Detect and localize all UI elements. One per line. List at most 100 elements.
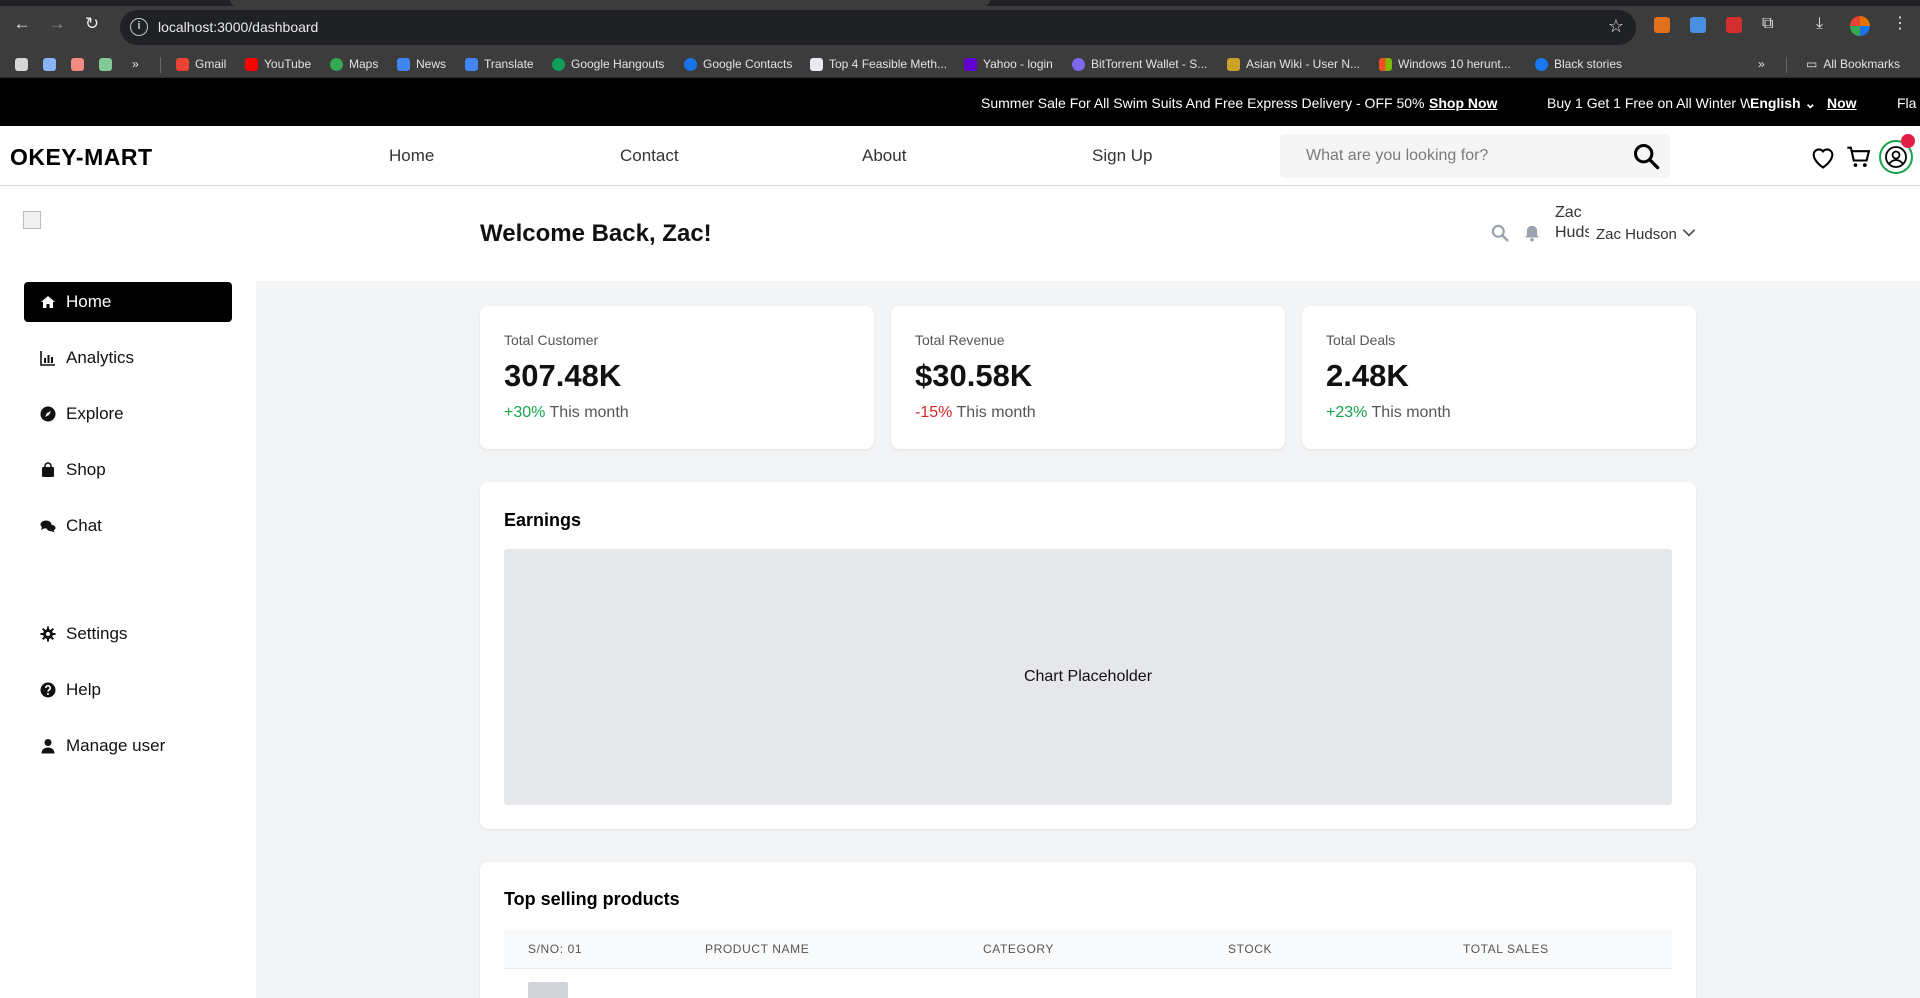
bookmark-app-icon[interactable]: [99, 58, 112, 71]
stat-change-percent: +23%: [1326, 404, 1368, 421]
bookmark-news[interactable]: News: [397, 56, 446, 72]
sidebar-item-help[interactable]: Help: [24, 670, 232, 710]
sidebar-item-explore[interactable]: Explore: [24, 394, 232, 434]
bookmark-contacts[interactable]: Google Contacts: [684, 56, 792, 72]
stat-change-percent: +30%: [504, 404, 546, 421]
page-icon: [810, 57, 823, 71]
windows-icon: [1379, 57, 1392, 71]
back-icon[interactable]: ←: [12, 14, 32, 34]
stat-period: This month: [1371, 404, 1451, 421]
menu-kebab-icon[interactable]: ⋮: [1892, 15, 1908, 33]
sidebar-item-manage-user[interactable]: Manage user: [24, 726, 232, 766]
bookmark-divider: [160, 57, 161, 73]
stat-change: +30% This month: [504, 404, 629, 422]
sidebar-item-shop[interactable]: Shop: [24, 450, 232, 490]
notification-dot: [1901, 134, 1915, 148]
profile-avatar[interactable]: [1850, 16, 1870, 36]
earnings-title: Earnings: [504, 510, 582, 530]
stat-value: $30.58K: [915, 358, 1033, 393]
account-button[interactable]: [1879, 134, 1915, 174]
home-icon: [41, 296, 55, 308]
download-icon[interactable]: ⤓: [1816, 15, 1823, 33]
welcome-heading: Welcome Back, Zac!: [480, 220, 712, 247]
site-header: OKEY-MART Home Contact About Sign Up: [0, 126, 1920, 186]
wishlist-heart-icon[interactable]: [1809, 143, 1837, 171]
extension-fox-icon[interactable]: [1654, 17, 1670, 33]
extension-calendar-icon[interactable]: [1726, 17, 1742, 33]
shop-now-link[interactable]: Shop Now: [1429, 95, 1497, 111]
gear-icon: [40, 626, 56, 642]
bookmark-star-icon[interactable]: ☆: [1608, 16, 1624, 37]
stat-card-total-revenue: Total Revenue $30.58K -15% This month: [891, 306, 1285, 449]
avatar[interactable]: Zac Hudson: [1555, 203, 1589, 261]
compass-icon: [40, 406, 56, 422]
bookmark-hangouts[interactable]: Google Hangouts: [552, 56, 664, 72]
forward-icon[interactable]: →: [47, 14, 67, 34]
chat-icon: [40, 520, 56, 533]
search-input[interactable]: [1280, 134, 1620, 178]
bookmark-bittorrent[interactable]: BitTorrent Wallet - S...: [1072, 56, 1207, 72]
bookmark-windows[interactable]: Windows 10 herunt...: [1379, 56, 1511, 72]
bar-chart-icon: [40, 351, 55, 366]
stat-label: Total Deals: [1326, 332, 1396, 348]
promo-message: Summer Sale For All Swim Suits And Free …: [981, 95, 1425, 111]
cart-icon[interactable]: [1845, 143, 1873, 171]
bookmark-divider: [1786, 57, 1787, 73]
bookmark-asianwiki[interactable]: Asian Wiki - User N...: [1227, 56, 1360, 72]
help-icon: [40, 682, 56, 698]
dashboard-main: Welcome Back, Zac! Zac Hudson Zac Hudson…: [256, 187, 1920, 998]
site-info-icon[interactable]: i: [130, 18, 148, 36]
stat-value: 307.48K: [504, 358, 622, 393]
sidebar-item-home[interactable]: Home: [24, 282, 232, 322]
bookmark-maps[interactable]: Maps: [330, 56, 378, 72]
nav-signup[interactable]: Sign Up: [1092, 146, 1152, 166]
sidebar-item-settings[interactable]: Settings: [24, 614, 232, 654]
bookmark-app-icon[interactable]: [15, 58, 28, 71]
site-logo[interactable]: OKEY-MART: [10, 144, 153, 171]
hangouts-icon: [552, 57, 565, 71]
sidebar-item-analytics[interactable]: Analytics: [24, 338, 232, 378]
user-name[interactable]: Zac Hudson: [1596, 226, 1677, 243]
bookmark-overflow-right[interactable]: »: [1758, 56, 1765, 72]
chevron-down-icon[interactable]: [1680, 223, 1698, 241]
extension-doc-icon[interactable]: [1690, 17, 1706, 33]
bookmark-app-icon[interactable]: [71, 58, 84, 71]
extensions-puzzle-icon[interactable]: ⧉: [1762, 15, 1773, 33]
bookmark-youtube[interactable]: YouTube: [245, 56, 311, 72]
language-select[interactable]: English ⌄: [1750, 95, 1821, 112]
url-text[interactable]: localhost:3000/dashboard: [158, 19, 318, 35]
stat-change-percent: -15%: [915, 404, 953, 421]
promo-banner: Summer Sale For All Swim Suits And Free …: [0, 78, 1920, 126]
column-header-sno: S/NO: 01: [528, 942, 583, 956]
address-bar[interactable]: i localhost:3000/dashboard ☆: [120, 10, 1636, 45]
bookmark-blackstories[interactable]: Black stories: [1535, 56, 1622, 72]
sidebar-item-label: Explore: [66, 404, 124, 423]
facebook-icon: [1535, 57, 1548, 71]
nav-contact[interactable]: Contact: [620, 146, 679, 166]
search-icon[interactable]: [1632, 142, 1660, 170]
shop-now-link-2[interactable]: Now: [1827, 95, 1857, 111]
stat-period: This month: [956, 404, 1036, 421]
column-header-product-name: PRODUCT NAME: [705, 942, 810, 956]
stat-card-total-deals: Total Deals 2.48K +23% This month: [1302, 306, 1696, 449]
bell-icon[interactable]: [1523, 224, 1541, 242]
sidebar-item-chat[interactable]: Chat: [24, 506, 232, 546]
sidebar-item-label: Home: [66, 292, 112, 311]
shopping-bag-icon: [42, 462, 54, 477]
bookmark-app-icon[interactable]: [43, 58, 56, 71]
column-header-category: CATEGORY: [983, 942, 1055, 956]
search-icon[interactable]: [1491, 224, 1509, 242]
bookmark-translate[interactable]: Translate: [465, 56, 534, 72]
bookmark-top4[interactable]: Top 4 Feasible Meth...: [810, 56, 947, 72]
nav-about[interactable]: About: [862, 146, 906, 166]
reload-icon[interactable]: ↻: [82, 14, 102, 34]
active-tab[interactable]: [230, 0, 990, 6]
asianwiki-icon: [1227, 57, 1240, 71]
nav-home[interactable]: Home: [389, 146, 434, 166]
bookmark-overflow-left[interactable]: »: [132, 56, 139, 72]
bookmark-yahoo[interactable]: Yahoo - login: [964, 56, 1053, 72]
tab-strip: [0, 0, 1920, 6]
all-bookmarks[interactable]: ▭ All Bookmarks: [1806, 56, 1900, 72]
bookmark-gmail[interactable]: Gmail: [176, 56, 226, 72]
stat-change: +23% This month: [1326, 404, 1451, 422]
